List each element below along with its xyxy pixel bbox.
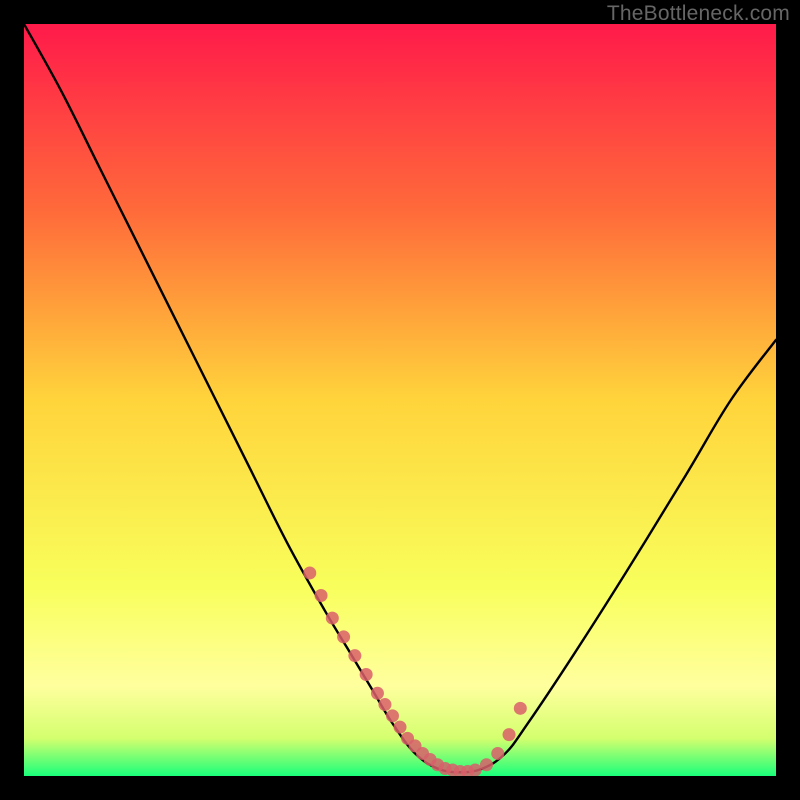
- chart-svg: [24, 24, 776, 776]
- marker-dot: [480, 758, 493, 771]
- marker-dot: [371, 687, 384, 700]
- marker-dot: [360, 668, 373, 681]
- marker-dot: [394, 721, 407, 734]
- plot-area: [24, 24, 776, 776]
- marker-dot: [315, 589, 328, 602]
- marker-dot: [303, 566, 316, 579]
- marker-dot: [326, 612, 339, 625]
- marker-dot: [378, 698, 391, 711]
- marker-dot: [503, 728, 516, 741]
- marker-dot: [491, 747, 504, 760]
- marker-dot: [386, 709, 399, 722]
- chart-frame: TheBottleneck.com: [0, 0, 800, 800]
- watermark-text: TheBottleneck.com: [607, 2, 790, 26]
- marker-dot: [469, 763, 482, 776]
- marker-dot: [514, 702, 527, 715]
- marker-dot: [348, 649, 361, 662]
- marker-dot: [337, 630, 350, 643]
